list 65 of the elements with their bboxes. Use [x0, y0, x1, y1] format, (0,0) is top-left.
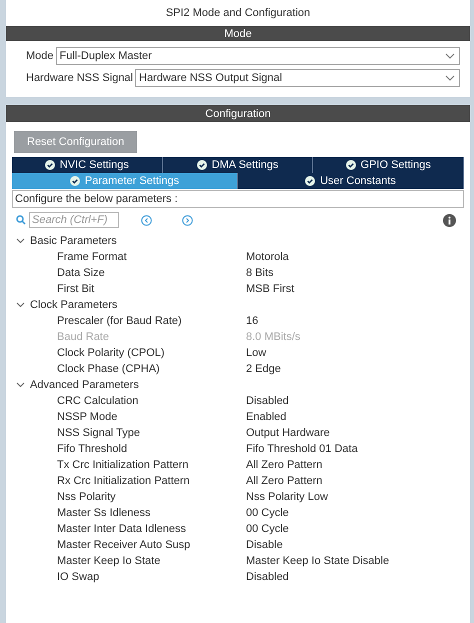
field-label: Hardware NSS Signal: [26, 72, 133, 84]
info-icon[interactable]: [443, 214, 456, 226]
check-circle-icon: [70, 176, 80, 186]
search-field[interactable]: Search (Ctrl+F): [29, 212, 119, 228]
parameter-name[interactable]: Prescaler (for Baud Rate): [57, 315, 246, 327]
settings-tab[interactable]: DMA Settings: [162, 157, 314, 173]
parameter-name[interactable]: First Bit: [57, 283, 246, 295]
parameter-value[interactable]: 2 Edge: [246, 363, 281, 375]
parameter-value[interactable]: 00 Cycle: [246, 523, 289, 535]
settings-tab[interactable]: NVIC Settings: [12, 157, 163, 173]
check-circle-icon: [44, 160, 55, 170]
check-circle-icon: [196, 160, 207, 170]
parameter-value[interactable]: Low: [246, 347, 266, 359]
parameter-value[interactable]: MSB First: [246, 283, 294, 295]
parameter-name[interactable]: Nss Polarity: [57, 491, 246, 503]
parameter-value[interactable]: 16: [246, 315, 258, 327]
check-circle-icon: [346, 160, 356, 170]
parameter-name[interactable]: CRC Calculation: [57, 395, 246, 407]
parameter-value[interactable]: 00 Cycle: [246, 507, 289, 519]
parameter-value[interactable]: 8 Bits: [246, 267, 274, 279]
chevron-icon[interactable]: [16, 382, 25, 388]
parameter-value[interactable]: Nss Polarity Low: [246, 491, 328, 503]
parameter-name[interactable]: NSS Signal Type: [57, 427, 246, 439]
parameter-name[interactable]: Master Receiver Auto Susp: [57, 539, 246, 551]
parameter-name[interactable]: Tx Crc Initialization Pattern: [57, 459, 246, 471]
parameter-value[interactable]: All Zero Pattern: [246, 475, 322, 487]
description-text: Configure the below parameters :: [12, 190, 464, 208]
parameter-name[interactable]: Master Keep Io State: [57, 555, 246, 567]
parameter-value[interactable]: Enabled: [246, 411, 286, 423]
parameter-value[interactable]: All Zero Pattern: [246, 459, 322, 471]
chevron-icon[interactable]: [16, 238, 25, 244]
parameter-name[interactable]: Master Ss Idleness: [57, 507, 246, 519]
parameter-name[interactable]: Frame Format: [57, 251, 246, 263]
parameter-name[interactable]: Fifo Threshold: [57, 443, 246, 455]
parameter-name[interactable]: Clock Phase (CPHA): [57, 363, 246, 375]
dropdown-field[interactable]: Full-Duplex Master: [56, 47, 460, 65]
parameter-value[interactable]: Master Keep Io State Disable: [246, 555, 390, 567]
parameter-value[interactable]: Motorola: [246, 251, 289, 263]
section-header: Configuration: [6, 105, 470, 122]
check-circle-icon: [305, 176, 316, 186]
chevron-icon[interactable]: [16, 302, 25, 308]
search-icon: [16, 215, 26, 225]
parameter-value[interactable]: Disabled: [246, 395, 289, 407]
parameter-name[interactable]: Master Inter Data Idleness: [57, 523, 246, 535]
previous-icon[interactable]: [141, 214, 152, 226]
field-label: Mode: [26, 50, 54, 62]
group-label: Clock Parameters: [30, 299, 118, 311]
parameter-value[interactable]: Output Hardware: [246, 427, 330, 439]
settings-tab[interactable]: GPIO Settings: [313, 157, 464, 173]
parameter-value[interactable]: Fifo Threshold 01 Data: [246, 443, 358, 455]
group-label: Basic Parameters: [30, 235, 117, 247]
parameter-name[interactable]: IO Swap: [57, 571, 246, 583]
settings-tab[interactable]: User Constants: [238, 173, 464, 189]
parameter-name[interactable]: Clock Polarity (CPOL): [57, 347, 246, 359]
parameter-name[interactable]: NSSP Mode: [57, 411, 246, 423]
group-label: Advanced Parameters: [30, 379, 139, 391]
section-header: Mode: [6, 26, 470, 41]
parameter-value[interactable]: Disabled: [246, 571, 289, 583]
parameter-name[interactable]: Rx Crc Initialization Pattern: [57, 475, 246, 487]
chevron-icon: [445, 53, 455, 59]
next-icon[interactable]: [182, 214, 193, 226]
chevron-icon: [445, 75, 455, 81]
dropdown-field[interactable]: Hardware NSS Output Signal: [135, 69, 460, 87]
parameter-value[interactable]: Disable: [246, 539, 283, 551]
parameter-name[interactable]: Data Size: [57, 267, 246, 279]
